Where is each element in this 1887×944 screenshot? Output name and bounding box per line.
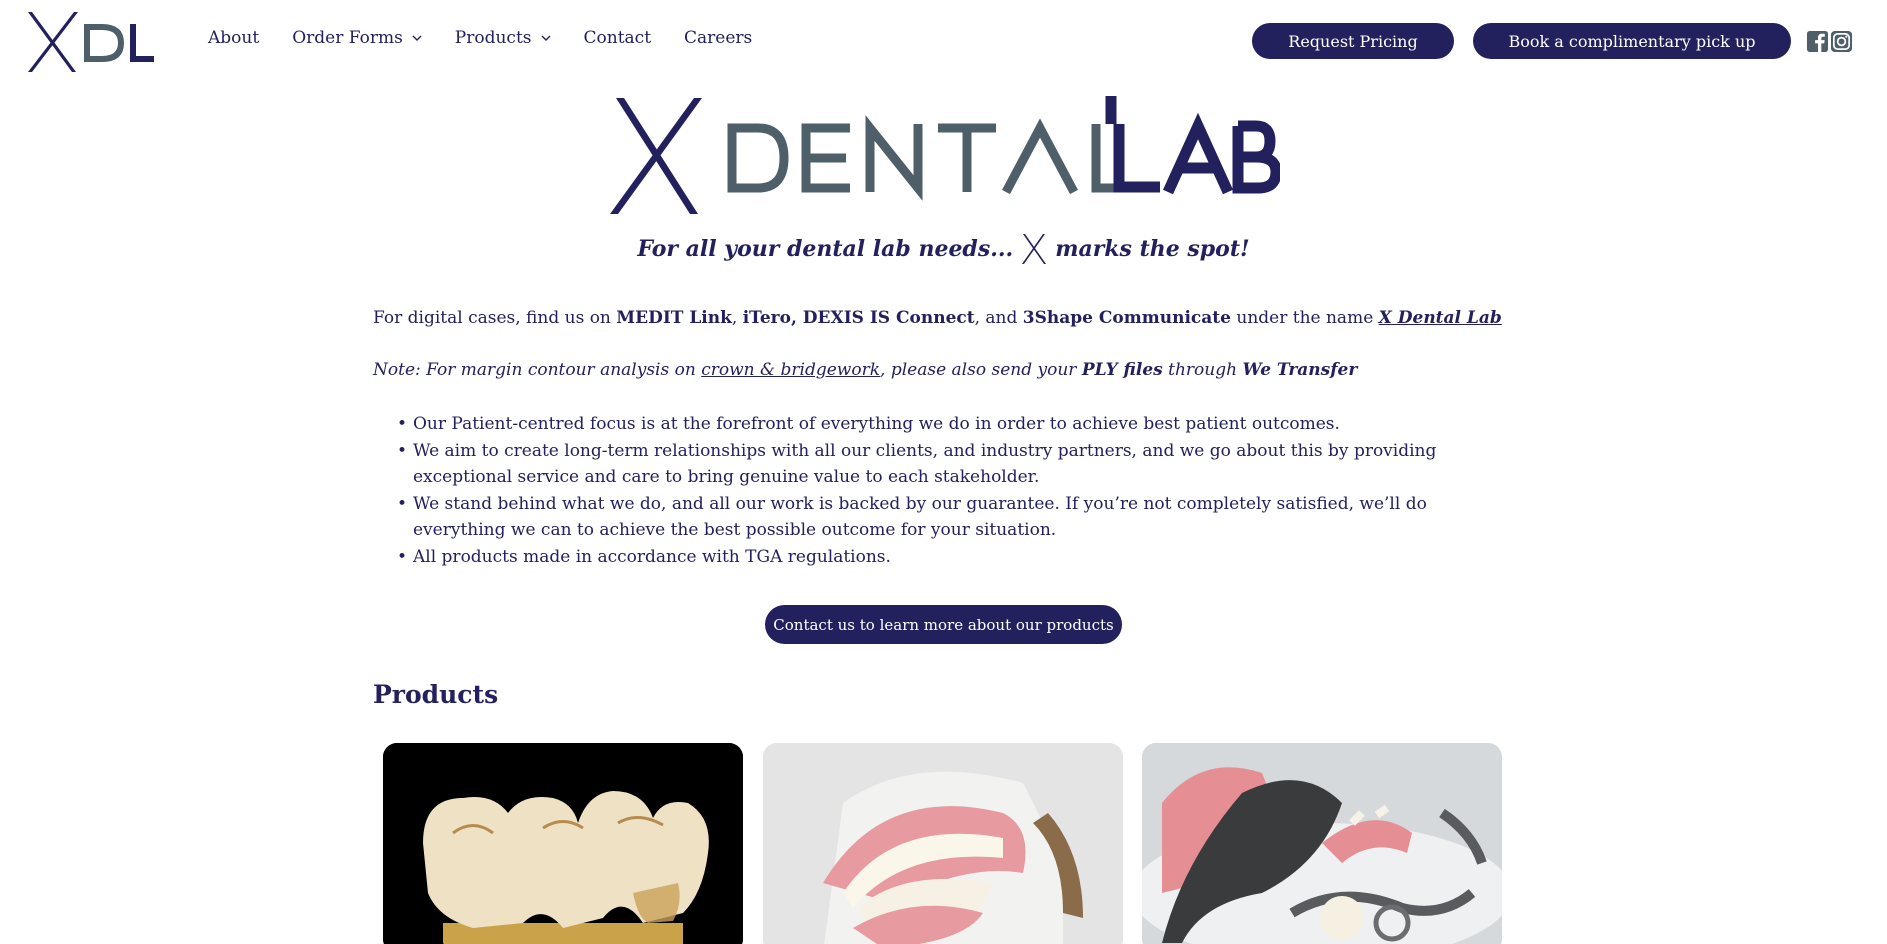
p1-and: , and <box>974 308 1023 328</box>
nav-products-label: Products <box>454 28 532 48</box>
main-nav: About Order Forms Products Contact Caree… <box>208 28 785 48</box>
contact-products-button[interactable]: Contact us to learn more about our produ… <box>765 605 1122 644</box>
product-card-partial-denture[interactable] <box>1142 743 1502 944</box>
nav-contact-label: Contact <box>583 28 652 48</box>
x-mark-icon <box>1022 234 1047 264</box>
nav-about[interactable]: About <box>208 28 259 48</box>
p1-3shape: 3Shape Communicate <box>1022 308 1231 328</box>
list-item: We aim to create long-term relationships… <box>397 438 1513 491</box>
nav-careers[interactable]: Careers <box>684 28 752 48</box>
nav-order-forms-label: Order Forms <box>292 28 403 48</box>
x-dental-lab-link[interactable]: X Dental Lab <box>1379 308 1502 328</box>
p1-medit: MEDIT Link <box>616 308 732 328</box>
nav-order-forms[interactable]: Order Forms <box>292 28 422 48</box>
list-item: Our Patient-centred focus is at the fore… <box>397 411 1513 438</box>
product-card-crown-bridge[interactable] <box>383 743 743 944</box>
p2-we-transfer: We Transfer <box>1242 360 1358 380</box>
partial-denture-image <box>1142 743 1502 944</box>
dentures-image <box>763 743 1123 944</box>
margin-note-paragraph: Note: For margin contour analysis on cro… <box>373 358 1503 382</box>
xdl-logo[interactable] <box>26 10 156 74</box>
p1-text-a: For digital cases, find us on <box>373 308 617 328</box>
product-card-dentures[interactable] <box>763 743 1123 944</box>
digital-cases-paragraph: For digital cases, find us on MEDIT Link… <box>373 306 1503 330</box>
chevron-down-icon <box>541 35 551 41</box>
p1-comma: , <box>731 308 743 328</box>
nav-products[interactable]: Products <box>455 28 551 48</box>
benefits-list: Our Patient-centred focus is at the fore… <box>397 411 1513 571</box>
p2-text-a: Note: For margin contour analysis on <box>373 360 702 380</box>
p2-through: through <box>1162 360 1243 380</box>
p2-ply-files: PLY files <box>1081 360 1163 380</box>
book-pickup-button[interactable]: Book a complimentary pick up <box>1473 23 1791 59</box>
list-item: We stand behind what we do, and all our … <box>397 491 1513 544</box>
nav-careers-label: Careers <box>684 28 753 48</box>
chevron-down-icon <box>412 35 422 41</box>
tagline-before: For all your dental lab needs... <box>637 236 1014 262</box>
facebook-icon[interactable] <box>1806 30 1829 53</box>
p2-text-b: , please also send your <box>880 360 1082 380</box>
tagline-after: marks the spot! <box>1055 236 1250 262</box>
p1-under: under the name <box>1230 308 1379 328</box>
crown-bridgework-link[interactable]: crown & bridgework <box>701 360 880 380</box>
products-heading: Products <box>373 680 499 709</box>
tagline: For all your dental lab needs... marks t… <box>0 233 1887 265</box>
x-dental-lab-logo <box>610 96 1280 214</box>
crown-bridge-image <box>383 743 743 944</box>
instagram-icon[interactable] <box>1830 30 1853 53</box>
nav-about-label: About <box>208 28 260 48</box>
list-item: All products made in accordance with TGA… <box>397 544 1513 571</box>
p1-itero: iTero, DEXIS IS Connect <box>742 308 975 328</box>
site-header: About Order Forms Products Contact Caree… <box>0 0 1887 82</box>
nav-contact[interactable]: Contact <box>584 28 652 48</box>
request-pricing-button[interactable]: Request Pricing <box>1252 23 1454 59</box>
